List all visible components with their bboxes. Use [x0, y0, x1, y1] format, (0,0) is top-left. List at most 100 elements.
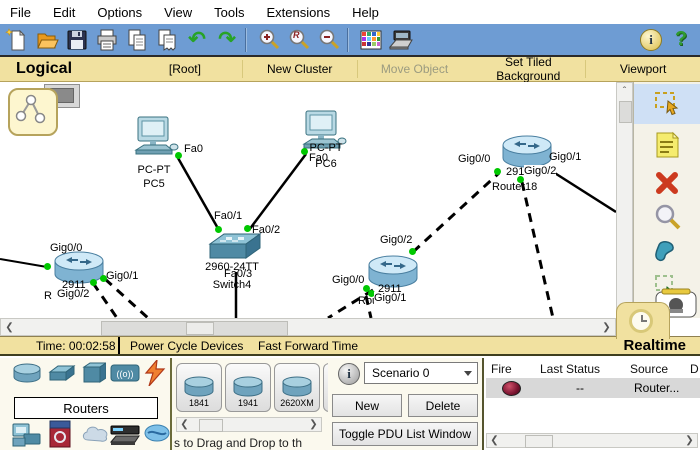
category-multiuser-icon[interactable] [144, 424, 170, 445]
custom-devices-icon[interactable] [388, 27, 414, 53]
packet-tracer-window: File Edit Options View Tools Extensions … [0, 0, 700, 450]
open-file-icon[interactable] [34, 27, 60, 53]
logical-tab[interactable]: Logical [0, 60, 128, 78]
scroll-left-icon[interactable]: ❮ [489, 435, 500, 446]
canvas-vscrollbar[interactable]: ˆ ˇ [616, 82, 633, 318]
new-file-icon[interactable] [4, 27, 30, 53]
delete-scenario-button[interactable]: Delete [408, 394, 478, 417]
main-toolbar: ↶ ↷ R i ? [0, 24, 700, 57]
delete-tool-icon[interactable] [652, 168, 682, 198]
tool-ribbon [633, 82, 700, 318]
scroll-up-icon[interactable]: ˆ [618, 85, 631, 98]
zoom-in-icon[interactable] [256, 27, 282, 53]
info-button[interactable]: i [638, 27, 664, 53]
power-cycle-devices-button[interactable]: Power Cycle Devices [130, 339, 243, 353]
menu-tools[interactable]: Tools [214, 5, 244, 20]
model-1841-button[interactable]: 1841 [176, 363, 222, 412]
link-edge-router-left[interactable] [0, 259, 47, 267]
inspect-tool-icon[interactable] [652, 202, 682, 232]
select-tool-icon[interactable] [652, 88, 682, 118]
pdu-header-fire: Fire [491, 362, 512, 376]
color-palette-icon[interactable] [358, 27, 384, 53]
copy-icon[interactable] [124, 27, 150, 53]
category-connections-icon[interactable] [144, 360, 166, 389]
link-router18-edge[interactable] [550, 170, 616, 212]
canvas-hscrollbar[interactable]: ❮ ❯ [0, 318, 616, 336]
realtime-mode-label[interactable]: Realtime [623, 337, 686, 354]
link-router17-router18[interactable] [413, 173, 499, 252]
toolbar-separator [245, 28, 247, 52]
toolbar-separator [347, 28, 349, 52]
link-status-dot [494, 168, 501, 175]
menu-options[interactable]: Options [97, 5, 142, 20]
pc5-icon[interactable] [130, 116, 180, 162]
redo-icon[interactable]: ↷ [214, 27, 240, 53]
place-note-tool-icon[interactable] [652, 130, 682, 160]
category-wireless-icon[interactable]: ((o)) [110, 362, 140, 387]
router-left-port-gig00-label: Gig0/0 [50, 242, 82, 254]
router18-port-gig00-label: Gig0/0 [458, 153, 490, 165]
save-icon[interactable] [64, 27, 90, 53]
category-routers-icon[interactable] [12, 362, 42, 387]
router18-port-gig01-label: Gig0/1 [549, 151, 581, 163]
link-router-left-serial1[interactable] [93, 283, 117, 318]
model-scroll-thumb[interactable] [199, 419, 223, 432]
new-scenario-button[interactable]: New [332, 394, 402, 417]
model-scrollbar[interactable]: ❮ ❯ [176, 417, 322, 432]
category-custom-devices-icon[interactable] [110, 422, 140, 449]
pdu-header-destination: D [690, 362, 699, 376]
menu-file[interactable]: File [10, 5, 31, 20]
scroll-left-icon[interactable]: ❮ [3, 321, 16, 334]
menu-extensions[interactable]: Extensions [266, 5, 330, 20]
root-button[interactable]: [Root] [128, 62, 242, 76]
toggle-pdu-list-button[interactable]: Toggle PDU List Window [332, 422, 478, 446]
set-tiled-background-button[interactable]: Set Tiled Background [471, 55, 585, 83]
pdu-scroll-thumb[interactable] [525, 435, 553, 448]
pc5-model-label: PC-PT [118, 164, 190, 176]
scroll-right-icon[interactable]: ❯ [600, 321, 613, 334]
category-hubs-icon[interactable] [82, 362, 106, 387]
help-button[interactable]: ? [668, 27, 694, 53]
switch4-icon[interactable] [206, 232, 262, 264]
scenario-selected-value: Scenario 0 [372, 366, 429, 380]
menu-view[interactable]: View [164, 5, 192, 20]
undo-icon[interactable]: ↶ [184, 27, 210, 53]
fire-led-icon[interactable] [502, 381, 521, 396]
realtime-clock-tab[interactable] [616, 302, 670, 339]
category-wan-cloud-icon[interactable] [80, 424, 110, 447]
print-icon[interactable] [94, 27, 120, 53]
pdu-last-status: -- [576, 381, 584, 395]
viewport-button[interactable]: Viewport [586, 62, 700, 76]
model-2620xm-button[interactable]: 2620XM [274, 363, 320, 412]
cluster-tab-icon[interactable] [8, 88, 58, 136]
fast-forward-time-button[interactable]: Fast Forward Time [258, 339, 358, 353]
scroll-right-icon[interactable]: ❯ [308, 419, 319, 430]
link-router18-down[interactable] [522, 182, 553, 318]
zoom-reset-icon[interactable]: R [286, 27, 312, 53]
draw-shape-tool-icon[interactable] [652, 238, 682, 268]
category-end-devices-icon[interactable] [12, 422, 42, 450]
model-1941-button[interactable]: 1941 [225, 363, 271, 412]
new-cluster-button[interactable]: New Cluster [243, 62, 357, 76]
scroll-right-icon[interactable]: ❯ [684, 435, 695, 446]
zoom-out-icon[interactable] [316, 27, 342, 53]
router-left-port-gig01-label: Gig0/1 [106, 270, 138, 282]
bottom-panel: ((o)) Routers [0, 358, 700, 450]
category-switches-icon[interactable] [48, 364, 76, 387]
pdu-scrollbar[interactable]: ❮ ❯ [486, 433, 698, 448]
scroll-left-icon[interactable]: ❮ [179, 419, 190, 430]
menu-bar: File Edit Options View Tools Extensions … [0, 0, 700, 24]
scenario-select[interactable]: Scenario 0 [364, 362, 478, 384]
link-status-dot [244, 225, 251, 232]
switch4-port-fa01-label: Fa0/1 [214, 210, 242, 222]
menu-edit[interactable]: Edit [53, 5, 75, 20]
menu-help[interactable]: Help [352, 5, 379, 20]
logical-workspace-canvas[interactable]: PC-PT PC5 Fa0 PC-PT PC6 Fa0 Fa0/1 Fa0/2 … [0, 82, 616, 318]
model-next-button[interactable] [323, 363, 328, 412]
vscroll-thumb[interactable] [619, 101, 632, 123]
scenario-info-button[interactable]: i [338, 363, 360, 385]
switch4-port-fa02-label: Fa0/2 [252, 224, 280, 236]
category-security-icon[interactable] [48, 420, 72, 450]
pdu-row[interactable]: -- Router... [486, 378, 700, 398]
paste-icon[interactable] [154, 27, 180, 53]
